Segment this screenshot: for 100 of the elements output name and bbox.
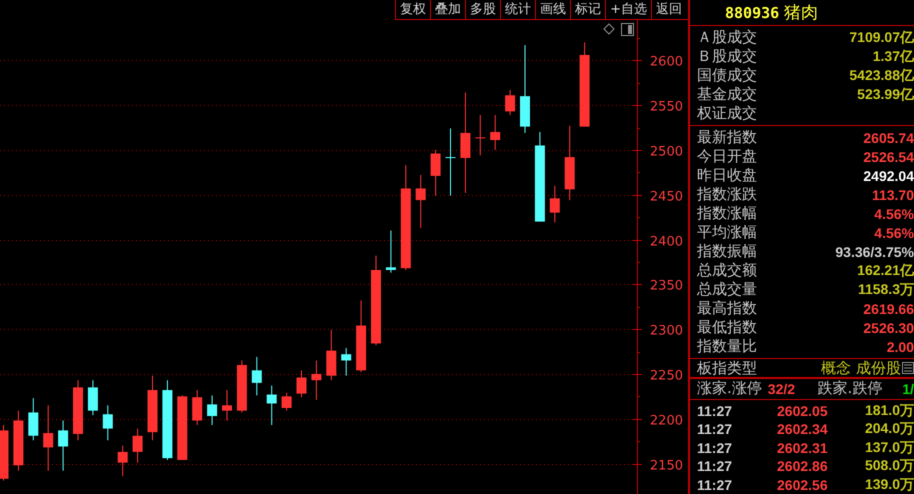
stat-label: 涨家.涨停 — [697, 379, 762, 398]
tick-time: 11:27 — [697, 421, 734, 438]
stat-label: 最低指数 — [697, 318, 757, 338]
sector-type-link[interactable]: 概念 成份股 — [821, 358, 901, 378]
stat-value: 32/2 — [768, 380, 796, 397]
axis-label: 2200 — [650, 414, 683, 428]
candlestick — [446, 128, 456, 196]
stat-value: 7109.07亿 — [849, 28, 914, 47]
stat-label: 最高指数 — [697, 299, 757, 318]
stat-value: 1/ — [902, 380, 914, 397]
stat-label: Ｂ股成交 — [697, 47, 757, 66]
candlestick — [148, 375, 158, 441]
stat-value: 1158.3万 — [858, 280, 914, 299]
axis-label: 2400 — [650, 234, 683, 250]
tick-time: 11:27 — [697, 476, 734, 493]
stat-label: 权证成交 — [697, 104, 757, 124]
stat-value: 523.99亿 — [857, 86, 914, 104]
tick-price: 2602.56 — [777, 476, 829, 493]
toolbar-button[interactable]: 复权 — [396, 0, 432, 19]
stat-value: 2526.30 — [863, 320, 914, 336]
stat-label: 板指类型 — [697, 358, 757, 378]
stock-name: 猪肉 — [784, 2, 818, 24]
stat-value: 2526.54 — [863, 148, 914, 165]
stat-value: 2.00 — [886, 338, 914, 355]
candlestick — [252, 356, 262, 396]
candlestick — [118, 445, 128, 477]
toolbar-button[interactable]: 统计 — [501, 0, 536, 19]
candlestick — [296, 370, 306, 398]
stock-code: 880936 — [725, 4, 780, 22]
axis-label: 2500 — [650, 144, 683, 160]
axis-label: 2250 — [650, 368, 683, 384]
axis-label: 2550 — [650, 100, 683, 114]
toolbar-button[interactable]: 返回 — [652, 0, 688, 19]
toolbar-button[interactable]: 叠加 — [431, 0, 466, 19]
candlestick — [28, 398, 38, 441]
toolbar-button[interactable]: 画线 — [536, 0, 572, 19]
stat-value: 113.70 — [872, 186, 914, 203]
tick-time: 11:27 — [697, 440, 734, 456]
axis-label: 2450 — [650, 190, 683, 204]
list-icon[interactable] — [902, 362, 914, 374]
stat-label: 平均涨幅 — [697, 223, 757, 242]
candlestick — [102, 404, 113, 441]
stat-value: 5423.88亿 — [849, 66, 914, 85]
diamond-icon[interactable] — [603, 23, 615, 35]
axis-label: 2300 — [650, 324, 683, 338]
candlestick — [505, 89, 516, 116]
tick-volume: 137.0万 — [864, 438, 914, 457]
toolbar-button[interactable]: 多股 — [466, 0, 502, 19]
stat-value: 1.37亿 — [872, 48, 914, 66]
tick-volume: 204.0万 — [864, 420, 914, 438]
tick-price: 2602.86 — [777, 458, 829, 474]
candlestick — [386, 230, 396, 274]
candlestick — [0, 424, 8, 482]
tick-price: 2602.05 — [777, 402, 829, 419]
stat-label: 基金成交 — [697, 85, 757, 104]
stat-value: 162.21亿 — [857, 262, 914, 280]
candlestick — [132, 428, 143, 464]
stat-label: 总成交额 — [697, 261, 757, 280]
candlestick — [341, 347, 352, 376]
stat-value: 2619.66 — [863, 300, 914, 317]
tick-price: 2602.31 — [777, 440, 829, 456]
candlestick — [73, 380, 83, 441]
stat-value: 4.56% — [874, 206, 914, 222]
tick-time: 11:27 — [697, 458, 734, 474]
stat-label: 跌家.跌停 — [818, 379, 882, 398]
tick-volume: 181.0万 — [864, 402, 914, 420]
candlestick — [222, 390, 232, 422]
stat-value: 93.36/3.75% — [835, 244, 914, 260]
candlestick — [266, 385, 277, 426]
candlestick — [550, 185, 560, 223]
candlestick — [177, 394, 188, 460]
candlestick — [490, 114, 500, 150]
candlestick — [311, 360, 322, 400]
candlestick — [430, 149, 441, 196]
tick-volume: 139.0万 — [864, 476, 914, 494]
toolbar-button[interactable]: +自选 — [606, 0, 652, 19]
candlestick — [475, 114, 486, 156]
candlestick — [58, 420, 68, 472]
axis-label: 2600 — [650, 54, 683, 70]
candlestick — [43, 404, 54, 472]
tick-price: 2602.34 — [777, 421, 829, 438]
stat-label: 昨日收盘 — [697, 166, 757, 186]
stat-label: Ａ股成交 — [697, 28, 757, 48]
axis-label: 2150 — [650, 458, 683, 474]
candlestick — [416, 174, 426, 228]
stat-label: 指数涨跌 — [697, 185, 757, 204]
stat-label: 今日开盘 — [697, 147, 757, 166]
stat-label: 国债成交 — [697, 66, 757, 86]
stat-value: 2492.04 — [863, 168, 914, 184]
stat-label: 指数振幅 — [697, 242, 757, 262]
candlestick — [236, 360, 247, 413]
candlestick — [88, 380, 98, 416]
stat-value: 4.56% — [874, 224, 914, 241]
stat-value: 2605.74 — [863, 130, 914, 146]
stat-label: 总成交量 — [697, 280, 757, 300]
candlestick — [282, 392, 292, 412]
panel-toggle-icon[interactable] — [621, 23, 634, 36]
stat-label: 指数量比 — [697, 337, 757, 356]
toolbar-button[interactable]: 标记 — [571, 0, 606, 19]
axis-label: 2350 — [650, 278, 683, 294]
